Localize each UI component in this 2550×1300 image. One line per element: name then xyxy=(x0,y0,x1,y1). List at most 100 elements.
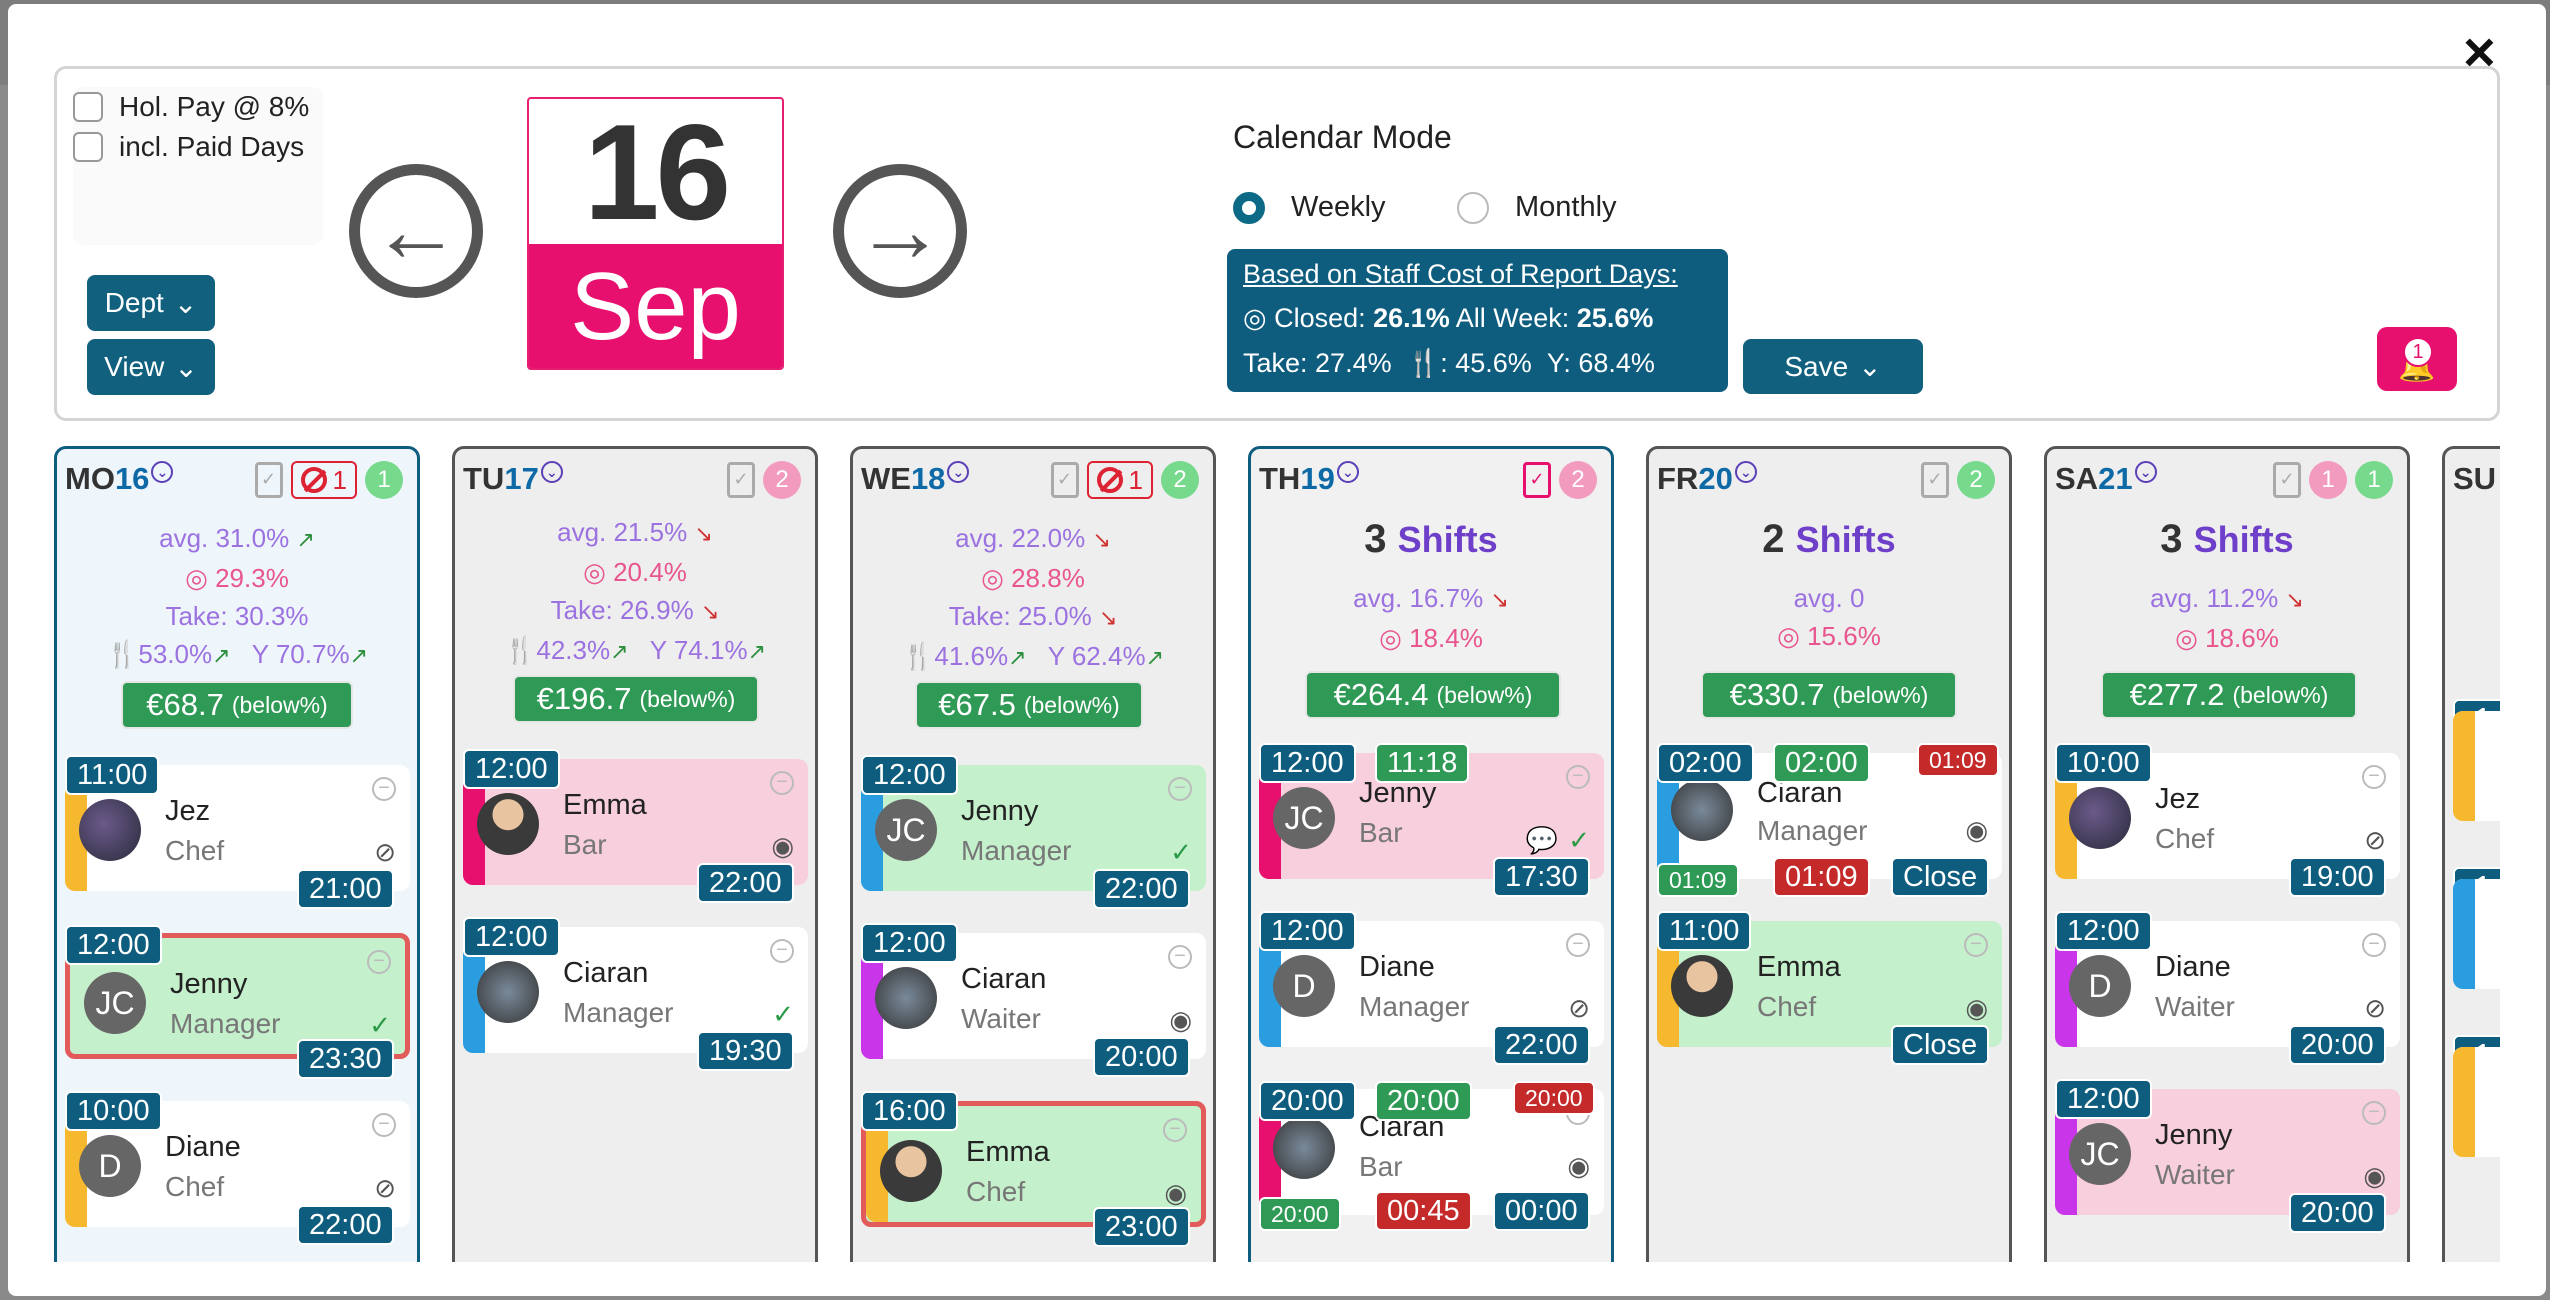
cost-badge: €277.2 (below%) xyxy=(2101,671,2357,719)
start-time: 10:00 xyxy=(2055,743,2152,783)
start-time: 11:00 xyxy=(65,755,160,795)
report-title[interactable]: Based on Staff Cost of Report Days: xyxy=(1243,255,1712,293)
target-icon: ◎ xyxy=(981,563,1004,593)
weekly-radio[interactable]: Weekly xyxy=(1233,191,1386,224)
prev-arrow-icon[interactable]: ← xyxy=(349,164,483,298)
eye-icon: ◉ xyxy=(2363,1161,2386,1191)
day-header[interactable]: TU17 ⌄ xyxy=(463,461,563,497)
day-header[interactable]: SA21 ⌄ xyxy=(2055,461,2157,497)
minus-icon: − xyxy=(1168,777,1192,801)
clipboard-icon[interactable]: ✓ xyxy=(1050,462,1079,498)
end-time: 00:00 xyxy=(1493,1191,1590,1231)
day-header[interactable]: TH19 ⌄ xyxy=(1259,461,1359,497)
clock-in-time: 02:00 xyxy=(1773,743,1870,783)
cocktail-icon: Y xyxy=(1546,348,1564,378)
cutlery-icon: 🍴 xyxy=(503,635,537,665)
minus-icon: − xyxy=(770,771,794,795)
clipboard-icon[interactable]: ✓ xyxy=(727,462,755,498)
rota-modal: × Hol. Pay @ 8% incl. Paid Days Dept ⌄ Vi… xyxy=(8,4,2546,1296)
avatar xyxy=(477,961,539,1023)
hol-pay-label: Hol. Pay @ 8% xyxy=(119,91,310,122)
avatar xyxy=(875,967,937,1029)
start-time: 12:00 xyxy=(463,917,560,957)
monthly-radio[interactable]: Monthly xyxy=(1457,191,1617,224)
eye-slash-icon: ⊘ xyxy=(2364,825,2386,855)
count-badge: 2 xyxy=(1957,461,1995,499)
trend-down-icon: ↘ xyxy=(1490,587,1509,612)
save-button[interactable]: Save ⌄ xyxy=(1743,339,1923,394)
minus-icon: − xyxy=(2362,933,2386,957)
avatar xyxy=(2069,787,2131,849)
count-badge: 2 xyxy=(1161,461,1199,499)
count-badge: 1 xyxy=(2355,461,2393,499)
clipboard-icon[interactable]: ✓ xyxy=(254,462,283,498)
day-header[interactable]: FR20 ⌄ xyxy=(1657,461,1757,497)
day-header[interactable]: MO16 ⌄ xyxy=(65,461,174,497)
avatar xyxy=(1273,1117,1335,1179)
avatar: D xyxy=(2069,955,2131,1017)
chevron-icon: ⌄ xyxy=(151,461,174,483)
avatar xyxy=(1671,955,1733,1017)
chevron-icon: ⌄ xyxy=(1734,461,1757,483)
end-time: 22:00 xyxy=(1093,869,1190,909)
avatar xyxy=(1671,779,1733,841)
late-time: 20:00 xyxy=(1513,1081,1595,1115)
hol-pay-checkbox[interactable]: Hol. Pay @ 8% xyxy=(73,87,323,127)
unavailable-badge: 1 xyxy=(290,461,357,499)
check-icon: ✓ xyxy=(1568,825,1590,855)
start-time: 12:00 xyxy=(65,925,162,965)
cocktail-icon: Y xyxy=(1047,641,1065,671)
day-column-we: WE18 ⌄ ✓ 1 2 avg. 22.0% ↘ ◎ 28.8% Take: 25.0%… xyxy=(850,446,1216,1262)
clipboard-check-icon[interactable]: ✓ xyxy=(1523,462,1551,498)
start-time: 12:00 xyxy=(463,749,560,789)
eye-icon: ◉ xyxy=(1965,993,1988,1023)
date-box: 16 Sep xyxy=(527,97,784,370)
target-icon: ◎ xyxy=(583,557,606,587)
unavailable-badge: 1 xyxy=(1086,461,1153,499)
day-column-tu: TU17 ⌄ ✓ 2 avg. 21.5% ↘ ◎ 20.4% Take: 26.9% … xyxy=(452,446,818,1262)
clipboard-icon[interactable]: ✓ xyxy=(1921,462,1949,498)
eye-icon: ◉ xyxy=(1164,1178,1187,1208)
close-button[interactable]: Close xyxy=(1891,857,1990,897)
target-icon: ◎ xyxy=(1243,303,1267,333)
minus-icon: − xyxy=(1566,933,1590,957)
eye-icon: ◉ xyxy=(1169,1005,1192,1035)
shift-card[interactable] xyxy=(2453,1047,2500,1157)
eye-slash-icon: ⊘ xyxy=(1568,993,1590,1023)
chevron-down-icon: ⌄ xyxy=(173,287,198,319)
end-time: 22:00 xyxy=(697,863,794,903)
close-button[interactable]: Close xyxy=(1891,1025,1990,1065)
count-badge: 1 xyxy=(365,461,403,499)
start-time: 12:00 xyxy=(1259,743,1356,783)
target-icon: ◎ xyxy=(185,563,208,593)
eye-icon: ◉ xyxy=(1567,1151,1590,1181)
clipboard-icon[interactable]: ✓ xyxy=(2273,462,2301,498)
day-header[interactable]: SU xyxy=(2453,461,2496,497)
dept-button[interactable]: Dept ⌄ xyxy=(87,275,215,331)
ban-icon xyxy=(1096,467,1123,493)
check-icon: ✓ xyxy=(772,999,794,1029)
shift-card[interactable] xyxy=(2453,711,2500,821)
check-icon: ✓ xyxy=(369,1010,391,1040)
minus-icon: − xyxy=(2362,1101,2386,1125)
cost-badge: €68.7 (below%) xyxy=(121,681,353,729)
day-header[interactable]: WE18 ⌄ xyxy=(861,461,970,497)
start-time: 12:00 xyxy=(861,755,958,795)
next-arrow-icon[interactable]: → xyxy=(833,164,967,298)
cocktail-icon: Y xyxy=(649,635,667,665)
view-button[interactable]: View ⌄ xyxy=(87,339,215,395)
duration: 00:45 xyxy=(1375,1191,1472,1231)
end-time: 21:00 xyxy=(297,869,394,909)
cutlery-icon: 🍴 xyxy=(901,641,935,671)
date-day: 16 xyxy=(583,97,731,248)
avatar xyxy=(880,1140,942,1202)
end-time: 19:30 xyxy=(697,1031,794,1071)
paid-days-checkbox[interactable]: incl. Paid Days xyxy=(73,127,323,167)
avatar: D xyxy=(1273,955,1335,1017)
late-time: 01:09 xyxy=(1917,743,1999,777)
notification-bell[interactable]: 🔔1 xyxy=(2377,327,2457,391)
avatar xyxy=(477,793,539,855)
avatar: D xyxy=(79,1135,141,1197)
count-badge: 2 xyxy=(1559,461,1597,499)
shift-card[interactable] xyxy=(2453,879,2500,989)
